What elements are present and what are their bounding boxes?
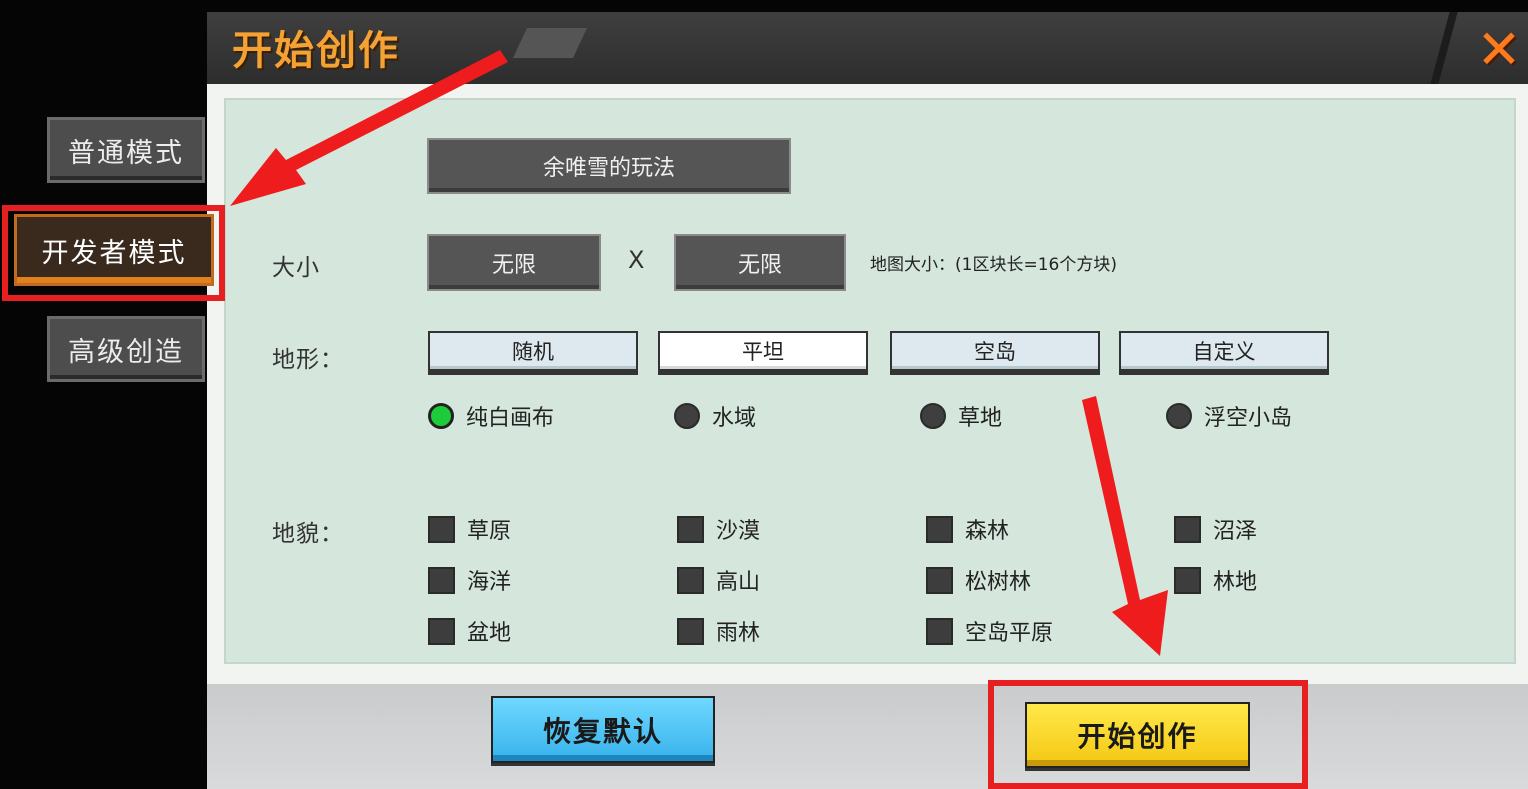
checkbox-icon bbox=[926, 566, 953, 594]
radio-water[interactable]: 水域 bbox=[674, 400, 756, 432]
landform-checkbox-sky-island-plain[interactable]: 空岛平原 bbox=[926, 615, 1053, 647]
terrain-label: 地形： bbox=[272, 347, 344, 373]
terrain-custom-button[interactable]: 自定义 bbox=[1119, 331, 1329, 371]
checkbox-label: 雨林 bbox=[716, 621, 761, 646]
size-times-sign: X bbox=[628, 246, 645, 274]
landform-label: 地貌： bbox=[272, 521, 344, 547]
landform-checkbox-swamp[interactable]: 沼泽 bbox=[1174, 513, 1257, 545]
checkbox-icon bbox=[677, 515, 704, 543]
checkbox-icon bbox=[428, 515, 455, 543]
checkbox-label: 林地 bbox=[1213, 570, 1258, 595]
radio-label: 水域 bbox=[712, 406, 757, 431]
checkbox-icon bbox=[677, 617, 704, 645]
checkbox-icon bbox=[428, 566, 455, 594]
radio-unselected-icon bbox=[920, 403, 946, 429]
radio-label: 浮空小岛 bbox=[1204, 406, 1293, 431]
reset-default-button[interactable]: 恢复默认 bbox=[491, 696, 715, 763]
checkbox-label: 松树林 bbox=[965, 570, 1032, 595]
screen: 开始创作 ✕ 普通模式 开发者模式 高级创造 名 余唯雪的玩法 大小 无限 X … bbox=[0, 0, 1528, 789]
landform-checkbox-rainforest[interactable]: 雨林 bbox=[677, 615, 760, 647]
terrain-flat-button[interactable]: 平坦 bbox=[658, 331, 868, 371]
landform-checkbox-desert[interactable]: 沙漠 bbox=[677, 513, 760, 545]
name-label: 名 bbox=[272, 157, 296, 183]
landform-checkbox-ocean[interactable]: 海洋 bbox=[428, 564, 511, 596]
radio-unselected-icon bbox=[674, 403, 700, 429]
checkbox-icon bbox=[926, 617, 953, 645]
landform-checkbox-woodland[interactable]: 林地 bbox=[1174, 564, 1257, 596]
size-hint: 地图大小：(1区块长=16个方块) bbox=[870, 255, 1117, 275]
landform-checkbox-mountain[interactable]: 高山 bbox=[677, 564, 760, 596]
checkbox-label: 草原 bbox=[467, 519, 512, 544]
checkbox-label: 海洋 bbox=[467, 570, 512, 595]
terrain-sky-island-button[interactable]: 空岛 bbox=[890, 331, 1100, 371]
checkbox-label: 盆地 bbox=[467, 621, 512, 646]
close-x-icon[interactable]: ✕ bbox=[1476, 18, 1522, 81]
radio-blank-canvas[interactable]: 纯白画布 bbox=[428, 400, 554, 432]
world-name-input[interactable]: 余唯雪的玩法 bbox=[427, 138, 791, 194]
checkbox-label: 空岛平原 bbox=[965, 621, 1054, 646]
radio-floating-islands[interactable]: 浮空小岛 bbox=[1166, 400, 1292, 432]
dialog-header bbox=[207, 12, 1528, 87]
landform-checkbox-pine-forest[interactable]: 松树林 bbox=[926, 564, 1031, 596]
tab-normal-mode[interactable]: 普通模式 bbox=[47, 117, 205, 183]
checkbox-label: 高山 bbox=[716, 570, 761, 595]
checkbox-label: 沙漠 bbox=[716, 519, 761, 544]
checkbox-icon bbox=[677, 566, 704, 594]
size-label: 大小 bbox=[272, 255, 320, 281]
size-width-input[interactable]: 无限 bbox=[427, 234, 601, 291]
tab-advanced-create[interactable]: 高级创造 bbox=[47, 316, 205, 382]
radio-unselected-icon bbox=[1166, 403, 1192, 429]
checkbox-icon bbox=[1174, 566, 1201, 594]
radio-grassland[interactable]: 草地 bbox=[920, 400, 1002, 432]
landform-checkbox-grassland[interactable]: 草原 bbox=[428, 513, 511, 545]
checkbox-icon bbox=[1174, 515, 1201, 543]
settings-panel bbox=[224, 98, 1516, 664]
start-create-button[interactable]: 开始创作 bbox=[1025, 702, 1250, 768]
terrain-random-button[interactable]: 随机 bbox=[428, 331, 638, 371]
tab-developer-mode[interactable]: 开发者模式 bbox=[14, 214, 214, 286]
checkbox-label: 沼泽 bbox=[1213, 519, 1258, 544]
checkbox-label: 森林 bbox=[965, 519, 1010, 544]
dialog-footer bbox=[207, 684, 1528, 789]
radio-selected-icon bbox=[428, 403, 454, 429]
size-height-input[interactable]: 无限 bbox=[674, 234, 846, 291]
landform-checkbox-basin[interactable]: 盆地 bbox=[428, 615, 511, 647]
radio-label: 草地 bbox=[958, 406, 1003, 431]
dialog-title: 开始创作 bbox=[232, 28, 400, 74]
landform-checkbox-forest[interactable]: 森林 bbox=[926, 513, 1009, 545]
checkbox-icon bbox=[926, 515, 953, 543]
radio-label: 纯白画布 bbox=[466, 406, 555, 431]
checkbox-icon bbox=[428, 617, 455, 645]
